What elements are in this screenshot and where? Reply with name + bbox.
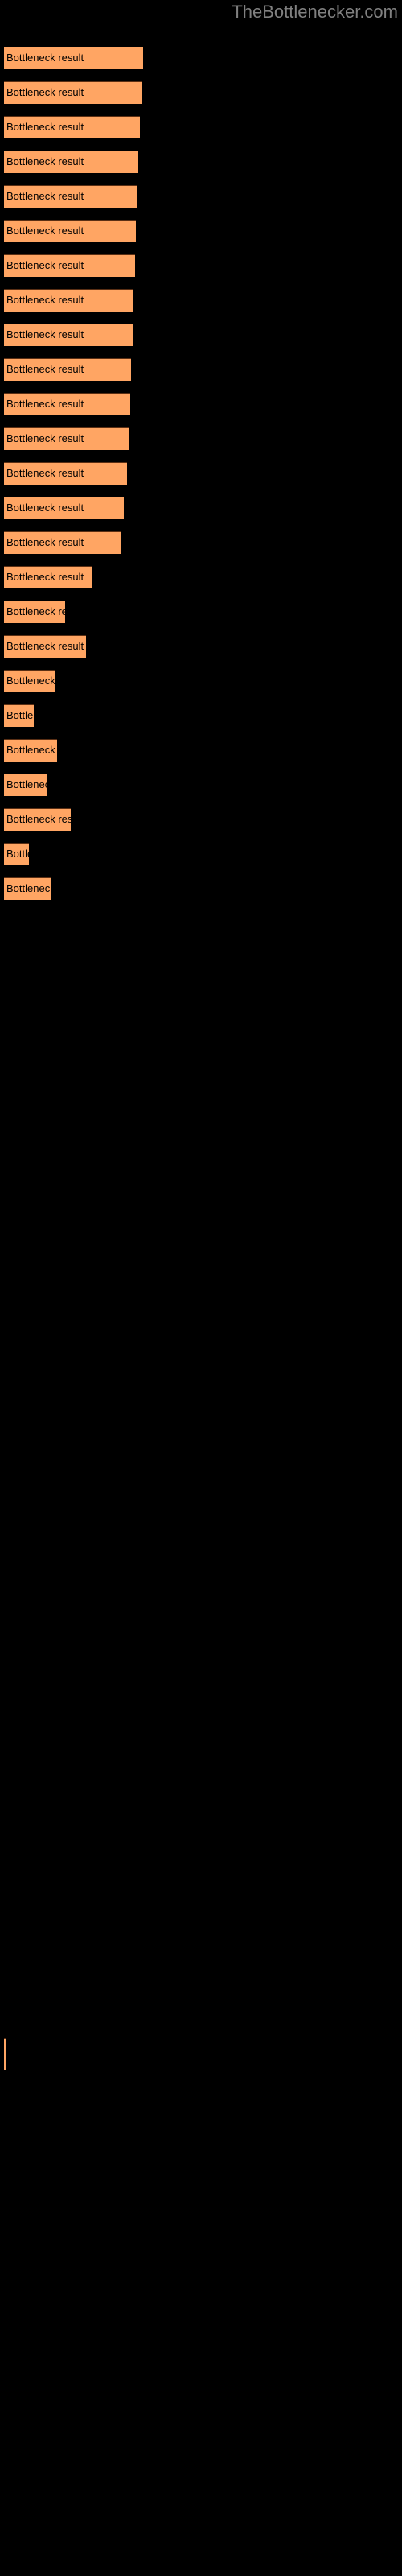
- bar-label-clip: Bottleneck result: [4, 670, 55, 692]
- bar-label: Bottleneck result: [6, 52, 84, 64]
- bar-label-clip: Bottleneck result: [4, 358, 131, 381]
- bar-label-clip: Bottleneck result: [4, 531, 121, 554]
- bar-label: Bottleneck result: [6, 467, 84, 479]
- bar-label: Bottleneck result: [6, 882, 51, 894]
- bar-label-clip: Bottleneck result: [4, 427, 129, 450]
- bar-label: Bottleneck result: [6, 848, 29, 860]
- bar-row: Bottleneck result: [0, 531, 402, 555]
- bar-label: Bottleneck result: [6, 398, 84, 410]
- bar-row: Bottleneck result: [0, 497, 402, 520]
- bar-label: Bottleneck result: [6, 121, 84, 133]
- bar-label-clip: Bottleneck result: [4, 877, 51, 900]
- bar-label-clip: Bottleneck result: [4, 566, 92, 588]
- bar-row: Bottleneck result: [0, 116, 402, 139]
- bar-label-clip: Bottleneck result: [4, 185, 137, 208]
- bar-row: Bottleneck result: [0, 877, 402, 901]
- bar-row: Bottleneck result: [0, 843, 402, 866]
- bar-label-clip: Bottleneck result: [4, 774, 47, 796]
- bar-label-clip: Bottleneck result: [4, 704, 34, 727]
- bar-label-clip: Bottleneck result: [4, 324, 133, 346]
- bar-row: Bottleneck result: [0, 185, 402, 208]
- bar-label: Bottleneck result: [6, 363, 84, 375]
- bar-label-clip: Bottleneck result: [4, 635, 86, 658]
- bar-row: Bottleneck result: [0, 289, 402, 312]
- bar-label-clip: Bottleneck result: [4, 843, 29, 865]
- bar-label-clip: Bottleneck result: [4, 739, 57, 762]
- bar-label: Bottleneck result: [6, 744, 57, 756]
- bar-label-clip: Bottleneck result: [4, 497, 124, 519]
- bar-label: Bottleneck result: [6, 502, 84, 514]
- bar-label: Bottleneck result: [6, 778, 47, 791]
- bar-row: Bottleneck result: [0, 324, 402, 347]
- bar-row: Bottleneck result: [0, 393, 402, 416]
- bar-row: Bottleneck result: [0, 704, 402, 728]
- bar-row: Bottleneck result: [0, 601, 402, 624]
- bar-label-clip: Bottleneck result: [4, 81, 142, 104]
- bar-row: Bottleneck result: [0, 220, 402, 243]
- bar-row: Bottleneck result: [0, 81, 402, 105]
- bar-label-clip: Bottleneck result: [4, 151, 138, 173]
- bar-label: Bottleneck result: [6, 640, 84, 652]
- bar-label: Bottleneck result: [6, 155, 84, 167]
- bar-label-clip: Bottleneck result: [4, 808, 71, 831]
- bar-row: Bottleneck result: [0, 254, 402, 278]
- bar-label: Bottleneck result: [6, 709, 34, 721]
- bar-list: Bottleneck result Bottleneck result Bottle…: [0, 0, 402, 2576]
- bar-label-clip: Bottleneck result: [4, 289, 133, 312]
- bar-label-clip: Bottleneck result: [4, 220, 136, 242]
- bar-label-clip: Bottleneck result: [4, 462, 127, 485]
- legend-color-swatch: [4, 2038, 6, 2070]
- bar-label: Bottleneck result: [6, 328, 84, 341]
- bar-label: Bottleneck result: [6, 675, 55, 687]
- bar-label: Bottleneck result: [6, 294, 84, 306]
- bar-row: Bottleneck result: [0, 774, 402, 797]
- bar-row: Bottleneck result: [0, 358, 402, 382]
- bar-label: Bottleneck result: [6, 259, 84, 271]
- bar-row: Bottleneck result: [0, 635, 402, 658]
- bar-label-clip: Bottleneck result: [4, 601, 65, 623]
- bar-row: Bottleneck result: [0, 427, 402, 451]
- bar-label: Bottleneck result: [6, 605, 65, 617]
- bottleneck-chart: TheBottlenecker.com Bottleneck result Bot…: [0, 0, 402, 2576]
- bar-label: Bottleneck result: [6, 432, 84, 444]
- bar-row: Bottleneck result: [0, 47, 402, 70]
- bar-row: Bottleneck result: [0, 808, 402, 832]
- bar-row: Bottleneck result: [0, 739, 402, 762]
- bar-row: Bottleneck result: [0, 670, 402, 693]
- bar-row: Bottleneck result: [0, 462, 402, 485]
- bar-label: Bottleneck result: [6, 813, 71, 825]
- bar-label: Bottleneck result: [6, 190, 84, 202]
- bar-label-clip: Bottleneck result: [4, 116, 140, 138]
- bar-row: Bottleneck result: [0, 151, 402, 174]
- bar-label-clip: Bottleneck result: [4, 47, 143, 69]
- bar-label: Bottleneck result: [6, 86, 84, 98]
- bar-label: Bottleneck result: [6, 225, 84, 237]
- bar-label-clip: Bottleneck result: [4, 254, 135, 277]
- bar-label: Bottleneck result: [6, 536, 84, 548]
- bar-label-clip: Bottleneck result: [4, 393, 130, 415]
- bar-label: Bottleneck result: [6, 571, 84, 583]
- bar-row: Bottleneck result: [0, 566, 402, 589]
